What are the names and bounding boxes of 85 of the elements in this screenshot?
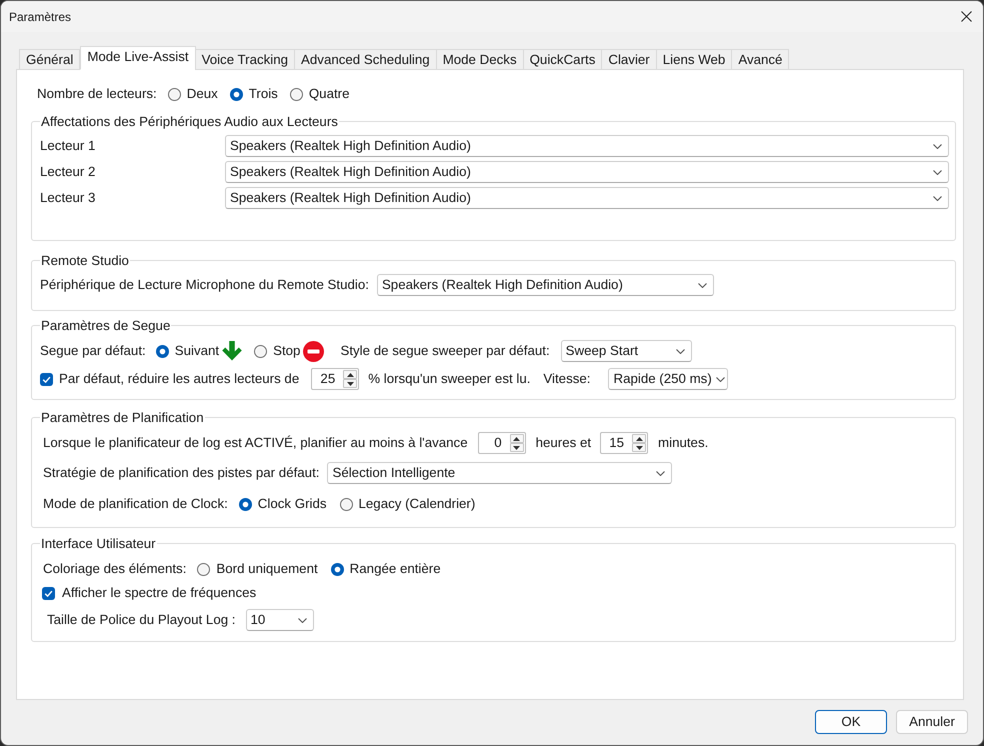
checkbox[interactable] bbox=[40, 372, 53, 386]
field-label: % lorsqu'un sweeper est lu. bbox=[368, 370, 530, 388]
radio-label[interactable]: Deux bbox=[186, 84, 218, 104]
radio-label[interactable]: Quatre bbox=[308, 84, 350, 104]
group-title: Paramètres de Segue bbox=[40, 318, 172, 333]
radio-label[interactable]: Clock Grids bbox=[258, 494, 327, 514]
chevron-down-icon bbox=[716, 376, 725, 382]
group-title: Paramètres de Planification bbox=[40, 410, 205, 425]
tab[interactable]: Avancé bbox=[731, 49, 790, 70]
field-label: Taille de Police du Playout Log : bbox=[47, 611, 236, 630]
dropdown[interactable]: Speakers (Realtek High Definition Audio) bbox=[225, 161, 949, 183]
dropdown[interactable]: Speakers (Realtek High Definition Audio) bbox=[225, 187, 949, 209]
spin-up-button[interactable] bbox=[510, 434, 524, 443]
chevron-down-icon bbox=[656, 470, 666, 476]
caret-up-icon bbox=[636, 436, 643, 440]
radio-label[interactable]: Bord uniquement bbox=[216, 559, 318, 579]
chevron-down-icon bbox=[933, 144, 942, 148]
field-label: Lecteur 1 bbox=[40, 137, 96, 156]
spin-box[interactable]: 15 bbox=[600, 432, 648, 454]
dropdown[interactable]: Speakers (Realtek High Definition Audio) bbox=[376, 274, 714, 296]
chevron-down-icon bbox=[933, 196, 942, 200]
group-title: Interface Utilisateur bbox=[40, 536, 157, 551]
spin-box[interactable]: 0 bbox=[478, 432, 526, 454]
radio-button[interactable] bbox=[340, 498, 353, 510]
caret-down-icon bbox=[346, 382, 354, 386]
field-label: Lorsque le planificateur de log est ACTIVÉ, planifier au moins à l'avance bbox=[43, 434, 468, 452]
group-title: Remote Studio bbox=[40, 253, 130, 268]
chevron-down-icon bbox=[298, 618, 306, 622]
spin-down-button[interactable] bbox=[632, 443, 646, 452]
close-icon bbox=[960, 11, 972, 22]
dialog-button[interactable]: OK bbox=[815, 710, 887, 734]
dropdown[interactable]: Speakers (Realtek High Definition Audio) bbox=[225, 135, 949, 157]
caret-up-icon bbox=[346, 372, 354, 376]
field-label: Segue par défaut: bbox=[40, 342, 146, 360]
radio-label[interactable]: Rangée entière bbox=[350, 559, 441, 579]
tab[interactable]: Voice Tracking bbox=[194, 49, 296, 70]
field-label: minutes. bbox=[658, 434, 708, 452]
radio-button[interactable] bbox=[230, 88, 243, 100]
spin-up-button[interactable] bbox=[343, 370, 358, 379]
checkbox[interactable] bbox=[42, 586, 55, 600]
spin-box[interactable]: 25 bbox=[311, 368, 360, 390]
radio-button[interactable] bbox=[330, 562, 344, 576]
radio-label[interactable]: Trois bbox=[248, 84, 278, 104]
field-label: Coloriage des éléments: bbox=[43, 560, 186, 578]
radio-button[interactable] bbox=[168, 88, 181, 100]
tab[interactable]: Advanced Scheduling bbox=[294, 49, 437, 70]
field-label: heures et bbox=[536, 434, 592, 452]
caret-down-icon bbox=[513, 446, 520, 450]
field-label: Style de segue sweeper par défaut: bbox=[340, 342, 550, 360]
field-label: Lecteur 3 bbox=[40, 189, 96, 208]
spin-up-button[interactable] bbox=[632, 434, 646, 443]
field-label: Lecteur 2 bbox=[40, 163, 96, 182]
spin-down-button[interactable] bbox=[510, 443, 524, 452]
checkbox-label[interactable]: Afficher le spectre de fréquences bbox=[62, 583, 256, 603]
radio-label[interactable]: Suivant bbox=[174, 341, 220, 361]
group-title: Affectations des Périphériques Audio aux Lecteurs bbox=[40, 114, 339, 129]
dropdown[interactable]: 10 bbox=[246, 609, 314, 631]
radio-label[interactable]: Stop bbox=[273, 341, 300, 361]
radio-button[interactable] bbox=[238, 498, 252, 510]
arrow-down-icon bbox=[222, 341, 242, 361]
spin-down-button[interactable] bbox=[343, 379, 358, 388]
tab[interactable]: Général bbox=[19, 49, 80, 70]
field-label: Vitesse: bbox=[543, 370, 590, 388]
radio-button[interactable] bbox=[290, 88, 303, 100]
field-label: Stratégie de planification des pistes par défaut: bbox=[43, 464, 320, 482]
radio-button[interactable] bbox=[254, 344, 268, 358]
field-label: Mode de planification de Clock: bbox=[43, 495, 228, 514]
dropdown[interactable]: Sélection Intelligente bbox=[327, 462, 672, 484]
field-label: Périphérique de Lecture Microphone du Remote Studio: bbox=[40, 276, 369, 294]
radio-button[interactable] bbox=[197, 562, 210, 576]
dropdown[interactable]: Rapide (250 ms) bbox=[608, 368, 728, 390]
checkbox-label[interactable]: Par défaut, réduire les autres lecteurs de bbox=[59, 369, 300, 389]
chevron-down-icon bbox=[698, 282, 707, 288]
caret-up-icon bbox=[513, 436, 520, 440]
dialog-button[interactable]: Annuler bbox=[896, 710, 968, 734]
radio-button[interactable] bbox=[156, 344, 169, 358]
no-entry-icon bbox=[303, 340, 324, 362]
field-label: Nombre de lecteurs: bbox=[37, 85, 157, 104]
dropdown[interactable]: Sweep Start bbox=[560, 340, 692, 362]
radio-label[interactable]: Legacy (Calendrier) bbox=[358, 494, 476, 514]
caret-down-icon bbox=[636, 446, 643, 450]
chevron-down-icon bbox=[676, 348, 685, 354]
window-title: Paramètres bbox=[8, 8, 72, 26]
tab[interactable]: Mode Live-Assist bbox=[80, 46, 196, 70]
chevron-down-icon bbox=[933, 170, 942, 174]
